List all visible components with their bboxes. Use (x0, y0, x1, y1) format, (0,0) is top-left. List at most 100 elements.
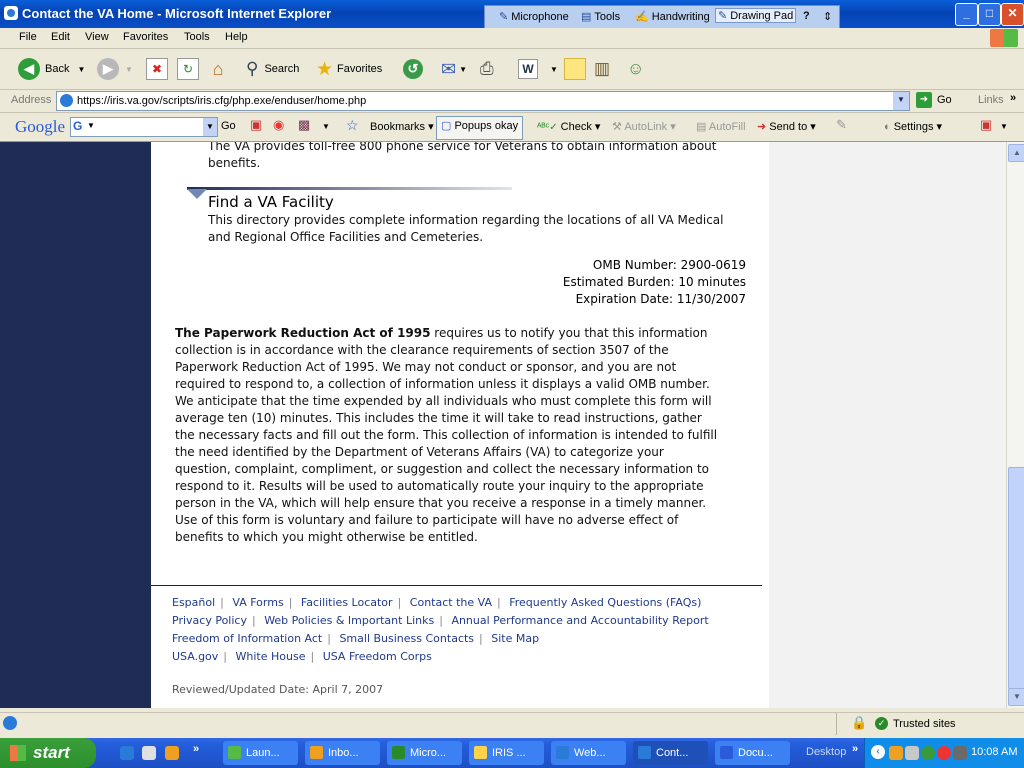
quicklaunch-ie-icon[interactable] (120, 746, 134, 760)
google-g-dropdown-icon[interactable]: ▼ (87, 121, 95, 130)
taskbar-item-document[interactable]: Docu... (715, 741, 790, 765)
highlighter-icon[interactable]: ✎ (836, 117, 847, 133)
toolbar-options-dropdown-icon[interactable]: ▼ (1000, 122, 1008, 131)
taskbar-item-launch[interactable]: Laun... (223, 741, 298, 765)
menu-view[interactable]: View (85, 31, 109, 43)
research-button[interactable]: ▥ (594, 57, 610, 81)
vertical-scrollbar[interactable]: ▲ ▼ (1006, 142, 1024, 708)
taskbar-item-web[interactable]: Web... (551, 741, 626, 765)
edit-dropdown-icon[interactable]: ▼ (550, 65, 558, 74)
address-url[interactable]: https://iris.va.gov/scripts/iris.cfg/php… (77, 95, 366, 107)
google-search-input[interactable]: G ▼ ▼ (70, 117, 218, 137)
language-bar-handwriting[interactable]: ✍ Handwriting (635, 10, 710, 23)
desktop-expand-icon[interactable]: » (852, 743, 858, 755)
taskbar-item-contact-va[interactable]: Cont... (633, 741, 708, 765)
go-button[interactable]: Go (937, 94, 952, 106)
menu-help[interactable]: Help (225, 31, 248, 43)
spin-icon[interactable]: ◉ (273, 117, 284, 133)
menu-tools[interactable]: Tools (184, 31, 210, 43)
refresh-button[interactable]: ↻ (177, 57, 199, 81)
footer-link-annual-report[interactable]: Annual Performance and Accountability Re… (451, 614, 708, 627)
quicklaunch-explorer-icon[interactable] (142, 746, 156, 760)
forward-button[interactable]: ▶ ▼ (97, 57, 133, 81)
google-logo[interactable]: Google (15, 117, 65, 137)
tray-volume-icon[interactable] (953, 746, 967, 760)
footer-link-va-forms[interactable]: VA Forms (232, 596, 283, 609)
footer-link-web-policies[interactable]: Web Policies & Important Links (264, 614, 434, 627)
lock-icon[interactable]: 🔒 (851, 715, 867, 731)
language-bar-help[interactable]: ? (803, 10, 810, 22)
footer-link-freedom-corps[interactable]: USA Freedom Corps (323, 650, 432, 663)
tray-outlook-icon[interactable] (889, 746, 903, 760)
edit-button[interactable]: W ▼ (518, 57, 558, 81)
menu-file[interactable]: File (19, 31, 37, 43)
close-button[interactable]: ✕ (1001, 3, 1024, 26)
quicklaunch-outlook-icon[interactable] (165, 746, 179, 760)
footer-link-foia[interactable]: Freedom of Information Act (172, 632, 322, 645)
start-button[interactable]: start (0, 738, 96, 768)
discuss-button[interactable] (564, 57, 586, 81)
taskbar-item-iris[interactable]: IRIS ... (469, 741, 544, 765)
history-button[interactable]: ↺ (403, 57, 423, 81)
news-icon[interactable]: ▣ (250, 117, 262, 133)
desktop-toolbar[interactable]: Desktop (806, 746, 846, 758)
mail-dropdown-icon[interactable]: ▼ (459, 65, 467, 74)
bookmarks-star-icon[interactable]: ☆ (346, 117, 359, 134)
send-to-button[interactable]: ➜ Send to ▾ (757, 120, 816, 133)
scroll-down-arrow-icon[interactable]: ▼ (1008, 688, 1024, 706)
toolbar-options-icon[interactable]: ▣ (980, 117, 992, 133)
find-facility-heading[interactable]: Find a VA Facility (208, 193, 334, 211)
quicklaunch-expand-icon[interactable]: » (193, 743, 199, 755)
language-bar-options-icon[interactable]: ⇕ (823, 10, 832, 23)
footer-link-usa-gov[interactable]: USA.gov (172, 650, 218, 663)
links-label[interactable]: Links (978, 94, 1004, 106)
favorites-button[interactable]: ★ Favorites (316, 57, 382, 81)
footer-link-contact-va[interactable]: Contact the VA (410, 596, 492, 609)
footer-link-small-business[interactable]: Small Business Contacts (339, 632, 474, 645)
back-dropdown-icon[interactable]: ▼ (77, 65, 85, 74)
clock[interactable]: 10:08 AM (971, 746, 1017, 758)
autofill-button[interactable]: ▤ AutoFill (696, 120, 746, 133)
spellcheck-button[interactable]: ᴬᴮᶜ✓ Check ▾ (537, 120, 600, 133)
search-button[interactable]: ⚲ Search (246, 57, 299, 81)
footer-link-privacy-policy[interactable]: Privacy Policy (172, 614, 247, 627)
mail-button[interactable]: ✉ ▼ (441, 57, 467, 81)
menu-favorites[interactable]: Favorites (123, 31, 168, 43)
address-input[interactable]: https://iris.va.gov/scripts/iris.cfg/php… (56, 91, 910, 111)
home-button[interactable]: ⌂ (208, 57, 228, 81)
menu-edit[interactable]: Edit (51, 31, 70, 43)
links-expand-icon[interactable]: » (1010, 92, 1016, 104)
footer-link-espanol[interactable]: Español (172, 596, 215, 609)
taskbar-item-inbox[interactable]: Inbo... (305, 741, 380, 765)
back-button[interactable]: ◀ Back ▼ (18, 57, 85, 81)
tray-collapse-icon[interactable]: ‹ (871, 745, 885, 759)
pagerank-icon[interactable]: ▩ (298, 117, 310, 133)
messenger-button[interactable]: ☺ (627, 57, 644, 81)
bookmarks-button[interactable]: Bookmarks ▾ (370, 120, 434, 133)
footer-link-faqs[interactable]: Frequently Asked Questions (FAQs) (509, 596, 701, 609)
scroll-up-arrow-icon[interactable]: ▲ (1008, 144, 1024, 162)
maximize-button[interactable]: □ (978, 3, 1001, 26)
stop-button[interactable]: ✖ (146, 57, 168, 81)
tray-wireless-icon[interactable] (937, 746, 951, 760)
scrollbar-thumb[interactable] (1008, 467, 1024, 689)
tray-security-icon[interactable] (921, 746, 935, 760)
minimize-button[interactable]: _ (955, 3, 978, 26)
language-bar-tools[interactable]: ▤ Tools (581, 10, 620, 23)
settings-button[interactable]: ◐ Settings ▾ (884, 120, 942, 133)
taskbar-item-excel[interactable]: Micro... (387, 741, 462, 765)
footer-link-site-map[interactable]: Site Map (491, 632, 539, 645)
print-button[interactable]: ⎙ (480, 57, 494, 81)
go-arrow-icon[interactable]: ➜ (916, 92, 932, 108)
tray-network-icon[interactable] (905, 746, 919, 760)
language-bar-microphone[interactable]: ✎ Microphone (499, 10, 569, 23)
footer-link-facilities-locator[interactable]: Facilities Locator (301, 596, 393, 609)
footer-link-white-house[interactable]: White House (236, 650, 306, 663)
google-go-button[interactable]: Go (221, 120, 236, 132)
google-search-dropdown-icon[interactable]: ▼ (203, 118, 217, 136)
pagerank-dropdown-icon[interactable]: ▼ (322, 122, 330, 131)
address-dropdown-icon[interactable]: ▼ (893, 92, 909, 110)
popups-button[interactable]: ▢ Popups okay (436, 116, 524, 140)
language-bar-drawing-pad[interactable]: ✎ Drawing Pad (715, 8, 797, 23)
autolink-button[interactable]: ⚒ AutoLink ▾ (612, 120, 676, 133)
